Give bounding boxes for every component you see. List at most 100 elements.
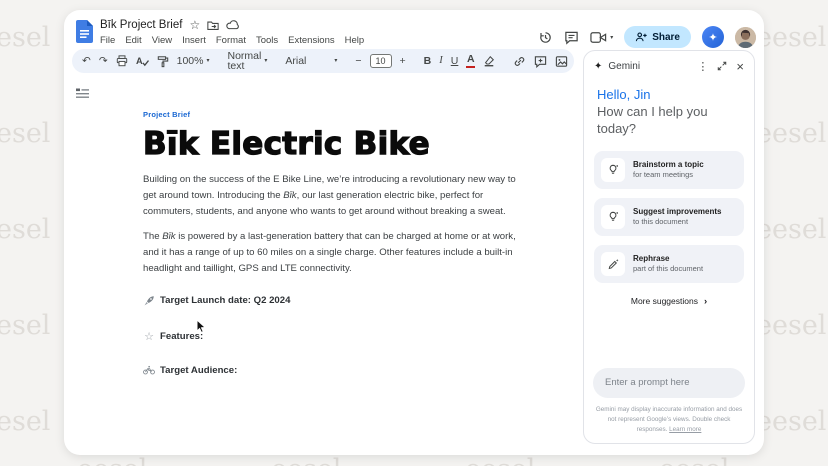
move-folder-icon[interactable] <box>207 20 219 31</box>
section-launch-date: Target Launch date: Q2 2024 <box>143 295 521 307</box>
gemini-spark-icon: ✦ <box>594 61 602 72</box>
suggestion-cards: Brainstorm a topic for team meetings Sug… <box>594 151 744 283</box>
insert-link-icon[interactable] <box>513 55 526 68</box>
rocket-icon <box>143 295 155 307</box>
menu-format[interactable]: Format <box>216 35 246 46</box>
prompt-input-pill[interactable] <box>593 368 745 398</box>
redo-icon[interactable]: ↷ <box>99 56 108 67</box>
document-outline-icon[interactable] <box>76 88 89 100</box>
watermark-text: eesel <box>756 214 826 245</box>
menubar: File Edit View Insert Format Tools Exten… <box>100 35 364 46</box>
spellcheck-icon[interactable]: A <box>136 55 149 67</box>
screen: eesel eesel eesel eesel eesel eesel eesel eesel… <box>0 0 828 466</box>
cyclist-icon <box>143 365 155 375</box>
lightbulb-icon <box>601 205 625 229</box>
card-title: Rephrase <box>633 253 703 264</box>
section-launch-text: Target Launch date: Q2 2024 <box>160 295 290 306</box>
text-color-button[interactable]: A <box>466 54 475 68</box>
watermark-text: eesel <box>0 310 50 341</box>
learn-more-link[interactable]: Learn more <box>669 426 701 433</box>
print-icon[interactable] <box>116 55 128 67</box>
user-avatar[interactable] <box>735 27 756 48</box>
menu-view[interactable]: View <box>152 35 172 46</box>
formatting-toolbar: ↶ ↷ A 100% ▾ <box>72 49 574 73</box>
watermark-text: eesel <box>659 454 729 466</box>
watermark-text: eesel <box>0 214 50 245</box>
font-value: Arial <box>285 56 306 67</box>
watermark-text: eesel <box>0 118 50 149</box>
gemini-close-icon[interactable]: × <box>736 59 744 74</box>
zoom-value: 100% <box>177 56 204 67</box>
mouse-cursor <box>196 319 207 334</box>
card-suggest-improvements[interactable]: Suggest improvements to this document <box>594 198 744 236</box>
star-icon: ☆ <box>143 330 155 343</box>
gemini-disclaimer: Gemini may display inaccurate informatio… <box>593 405 745 435</box>
styles-caret-icon: ▾ <box>264 58 267 64</box>
paint-format-icon[interactable] <box>157 55 169 68</box>
font-size-input[interactable]: 10 <box>370 54 392 68</box>
insert-image-icon[interactable] <box>555 55 568 68</box>
watermark-text: eesel <box>465 454 535 466</box>
zoom-select[interactable]: 100% ▾ <box>177 56 210 67</box>
meet-video-icon[interactable]: ▾ <box>590 31 613 44</box>
watermark-text: eesel <box>756 406 826 437</box>
spark-icon: ✦ <box>708 31 717 44</box>
zoom-caret-icon: ▾ <box>206 58 209 64</box>
watermark-text: eesel <box>271 454 341 466</box>
card-subtitle: for team meetings <box>633 170 704 180</box>
gemini-spark-button[interactable]: ✦ <box>702 26 724 48</box>
font-select[interactable]: Arial ▾ <box>285 56 337 67</box>
share-button[interactable]: Share <box>624 26 691 48</box>
card-subtitle: to this document <box>633 217 721 227</box>
doc-paragraph-2: The Bīk is powered by a last-generation … <box>143 229 521 276</box>
gemini-menu-icon[interactable]: ⋮ <box>697 60 708 73</box>
menu-extensions[interactable]: Extensions <box>288 35 334 46</box>
underline-button[interactable]: U <box>451 56 459 67</box>
cloud-status-icon[interactable] <box>226 20 239 30</box>
decrease-font-button[interactable]: − <box>355 56 361 67</box>
font-caret-icon: ▾ <box>334 58 337 64</box>
card-rephrase[interactable]: Rephrase part of this document <box>594 245 744 283</box>
watermark-text: eesel <box>756 310 826 341</box>
more-suggestions-label: More suggestions <box>631 296 698 306</box>
gemini-title: Gemini <box>608 61 688 72</box>
meet-caret-icon[interactable]: ▾ <box>610 34 613 41</box>
menu-help[interactable]: Help <box>345 35 365 46</box>
menu-insert[interactable]: Insert <box>182 35 206 46</box>
gemini-expand-icon[interactable] <box>717 61 727 71</box>
card-brainstorm[interactable]: Brainstorm a topic for team meetings <box>594 151 744 189</box>
menu-tools[interactable]: Tools <box>256 35 278 46</box>
bold-button[interactable]: B <box>424 56 432 67</box>
google-docs-icon <box>76 20 93 43</box>
undo-icon[interactable]: ↶ <box>82 56 91 67</box>
styles-select[interactable]: Normal text ▾ <box>228 51 268 72</box>
text-color-a: A <box>467 54 475 65</box>
comments-icon[interactable] <box>564 30 579 45</box>
titlebar-actions: ▾ Share ✦ <box>538 26 756 48</box>
watermark-text: eesel <box>0 22 50 53</box>
more-suggestions-link[interactable]: More suggestions › <box>584 296 754 307</box>
increase-font-button[interactable]: + <box>400 56 406 67</box>
doc-paragraph-1: Building on the success of the E Bike Li… <box>143 172 521 219</box>
section-audience-text: Target Audience: <box>160 365 237 376</box>
prompt-input[interactable] <box>605 377 733 388</box>
share-label: Share <box>652 32 680 43</box>
card-title: Brainstorm a topic <box>633 159 704 170</box>
google-docs-window: Bīk Project Brief ☆ File E <box>64 10 764 455</box>
gemini-footer: Gemini may display inaccurate informatio… <box>593 368 745 435</box>
menu-file[interactable]: File <box>100 35 115 46</box>
watermark-text: eesel <box>756 118 826 149</box>
menu-edit[interactable]: Edit <box>125 35 141 46</box>
star-doc-icon[interactable]: ☆ <box>189 19 200 31</box>
section-audience: Target Audience: <box>143 365 521 376</box>
document-canvas[interactable]: Project Brief Bīk Electric Bike Building… <box>143 110 521 376</box>
italic-button[interactable]: I <box>439 56 443 67</box>
add-comment-icon[interactable] <box>534 55 547 68</box>
version-history-icon[interactable] <box>538 30 553 45</box>
card-title: Suggest improvements <box>633 206 721 217</box>
highlight-color-icon[interactable] <box>483 55 495 67</box>
watermark-text: eesel <box>77 454 147 466</box>
watermark-text: eesel <box>0 406 50 437</box>
document-title[interactable]: Bīk Project Brief <box>100 19 182 31</box>
chevron-right-icon: › <box>704 296 707 307</box>
